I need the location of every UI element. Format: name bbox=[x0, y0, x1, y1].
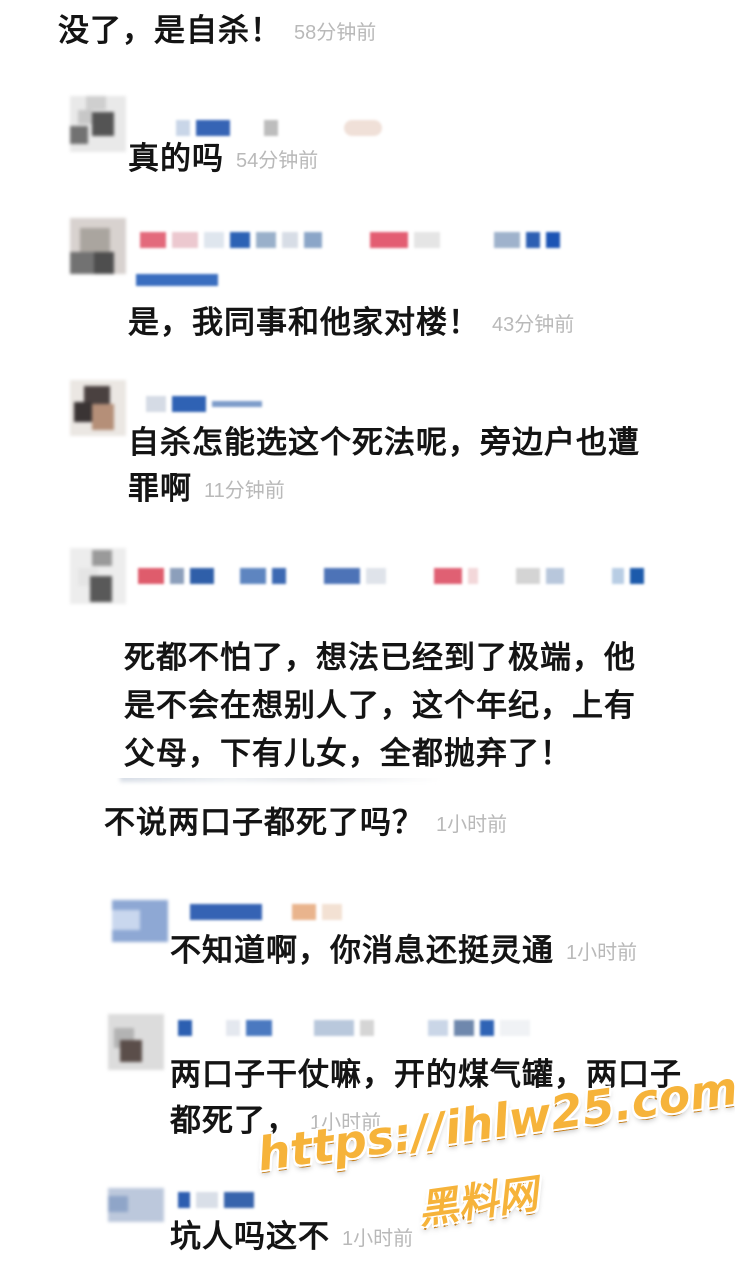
comment-1-text: 没了，是自杀！ bbox=[58, 13, 282, 48]
comment-2-time: 1小时前 bbox=[436, 813, 508, 836]
username-blurred-line2[interactable] bbox=[136, 272, 218, 288]
avatar[interactable] bbox=[70, 548, 126, 604]
reply-3-time: 11分钟前 bbox=[204, 479, 285, 502]
reply-4-body: 死都不怕了，想法已经到了极端，他 是不会在想别人了，这个年纪，上有 父母，下有儿… bbox=[108, 612, 652, 778]
reply-5-text: 不知道啊，你消息还挺灵通 bbox=[170, 933, 554, 968]
username-blurred[interactable] bbox=[178, 1020, 530, 1036]
reply-2-text: 是，我同事和他家对楼！ bbox=[128, 305, 480, 340]
comment-1: 没了，是自杀！ 58分钟前 bbox=[58, 8, 376, 56]
reply-5-time: 1小时前 bbox=[566, 941, 638, 964]
reply-7-time: 1小时前 bbox=[342, 1227, 414, 1250]
avatar[interactable] bbox=[112, 900, 168, 956]
reply-3-line1: 自杀怎能选这个死法呢，旁边户也遭 bbox=[128, 425, 640, 460]
reply-7: 坑人吗这不 1小时前 bbox=[170, 1214, 413, 1262]
watermark-name: 黑料网 bbox=[415, 1171, 541, 1234]
reply-4-line1: 死都不怕了，想法已经到了极端，他 bbox=[124, 640, 636, 675]
reply-1: 真的吗 54分钟前 bbox=[128, 136, 318, 184]
username-blurred[interactable] bbox=[140, 232, 560, 248]
avatar[interactable] bbox=[70, 96, 126, 152]
reply-1-text: 真的吗 bbox=[128, 141, 224, 176]
username-blurred[interactable] bbox=[190, 904, 342, 920]
reply-2-time: 43分钟前 bbox=[492, 313, 575, 336]
reply-4-line2: 是不会在想别人了，这个年纪，上有 bbox=[124, 688, 636, 723]
comment-2: 不说两口子都死了吗？ 1小时前 bbox=[104, 800, 507, 848]
reply-3-line2: 罪啊 bbox=[128, 471, 192, 506]
reply-7-text: 坑人吗这不 bbox=[170, 1219, 330, 1254]
reply-2: 是，我同事和他家对楼！ 43分钟前 bbox=[128, 300, 574, 348]
username-blurred[interactable] bbox=[138, 568, 644, 584]
reply-4-line3: 父母，下有儿女，全都抛弃了！ bbox=[124, 736, 572, 771]
avatar[interactable] bbox=[70, 380, 126, 436]
reply-1-time: 54分钟前 bbox=[236, 149, 319, 172]
reply-5: 不知道啊，你消息还挺灵通 1小时前 bbox=[170, 928, 637, 976]
username-blurred[interactable] bbox=[178, 1192, 254, 1208]
avatar[interactable] bbox=[108, 1014, 164, 1070]
username-blurred[interactable] bbox=[176, 120, 382, 136]
avatar[interactable] bbox=[70, 218, 126, 274]
comment-1-time: 58分钟前 bbox=[294, 21, 377, 44]
avatar[interactable] bbox=[108, 1188, 164, 1244]
reply-3: 自杀怎能选这个死法呢，旁边户也遭 罪啊 11分钟前 bbox=[128, 420, 640, 514]
comment-2-text: 不说两口子都死了吗？ bbox=[104, 805, 424, 840]
username-blurred[interactable] bbox=[146, 396, 262, 412]
